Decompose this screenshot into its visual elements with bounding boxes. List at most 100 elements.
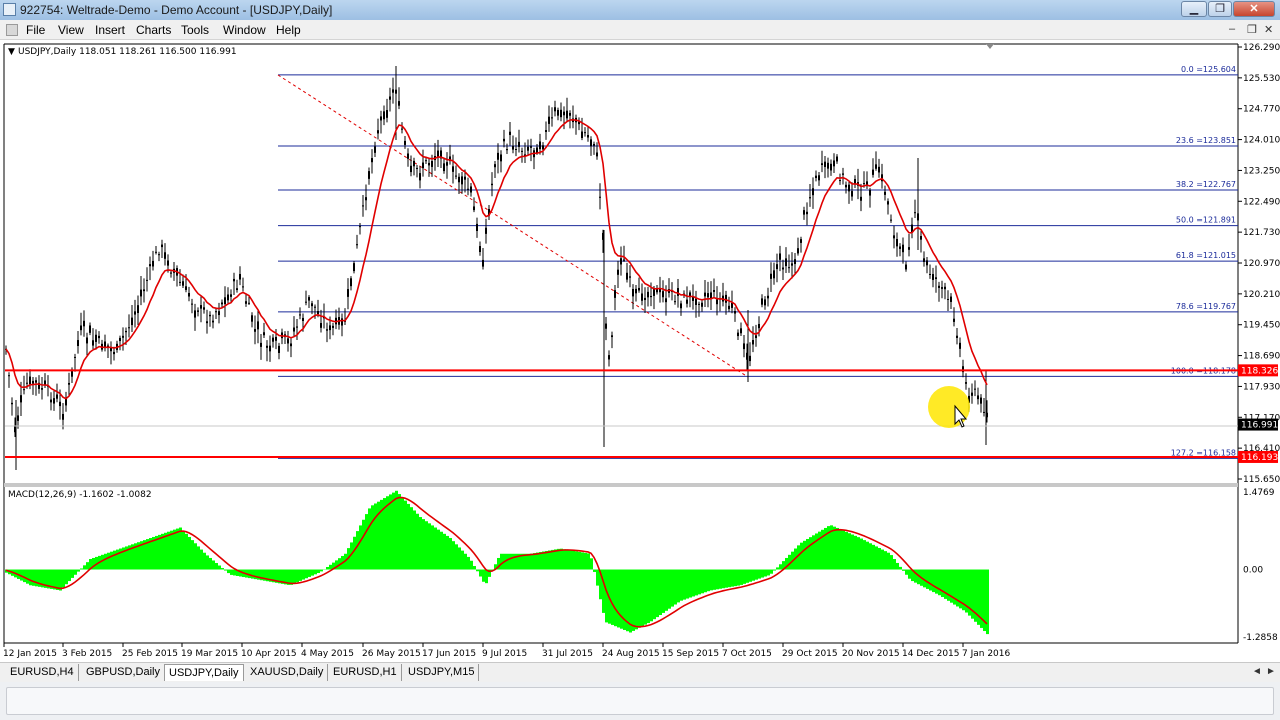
candle-body: [128, 327, 130, 329]
macd-bar: [485, 569, 488, 584]
macd-bar: [701, 569, 704, 594]
macd-bar: [407, 503, 410, 570]
candle-body: [260, 342, 262, 347]
macd-bar: [641, 569, 644, 627]
date-label: 15 Sep 2015: [662, 649, 719, 659]
candle-body: [500, 154, 502, 162]
candle-body: [311, 303, 313, 307]
date-label: 29 Oct 2015: [782, 649, 838, 659]
macd-bar: [686, 569, 689, 599]
menu-charts[interactable]: Charts: [136, 23, 171, 37]
menu-file[interactable]: File: [26, 23, 45, 37]
macd-bar: [692, 569, 695, 597]
candle-body: [209, 314, 211, 317]
candle-body: [566, 110, 568, 119]
macd-bar: [908, 569, 911, 579]
macd-bar: [590, 558, 593, 570]
candle-body: [956, 335, 958, 338]
price-label: 125.530: [1243, 74, 1280, 84]
macd-bar: [872, 544, 875, 570]
candle-body: [743, 343, 745, 350]
candle-body: [29, 376, 31, 385]
macd-bar: [35, 569, 38, 587]
candle-body: [89, 325, 91, 333]
macd-bar: [449, 538, 452, 570]
macd-bar: [254, 569, 257, 580]
menu-bar: File View Insert Charts Tools Window Hel…: [0, 20, 1280, 40]
tab-eurusd-h1[interactable]: EURUSD,H1: [329, 664, 402, 681]
candle-body: [158, 254, 160, 256]
candle-body: [41, 388, 43, 390]
menu-insert[interactable]: Insert: [95, 23, 125, 37]
candle-body: [632, 288, 634, 297]
candle-body: [935, 277, 937, 279]
menu-tools[interactable]: Tools: [181, 23, 209, 37]
candle-body: [251, 315, 253, 322]
candle-body: [125, 330, 127, 333]
menu-help[interactable]: Help: [276, 23, 301, 37]
chart-restore-button[interactable]: ❐: [1247, 23, 1257, 36]
candle-body: [149, 264, 151, 267]
candle-body: [530, 146, 532, 148]
candle-body: [650, 295, 652, 298]
tab-scroll-right-icon[interactable]: ►: [1266, 666, 1276, 677]
tab-gbpusd-daily[interactable]: GBPUSD,Daily: [82, 664, 165, 681]
macd-bar: [428, 523, 431, 570]
candle-body: [212, 320, 214, 323]
candle-body: [464, 176, 466, 180]
candle-body: [317, 311, 319, 315]
tab-usdjpy-daily[interactable]: USDJPY,Daily: [164, 664, 244, 681]
candle-body: [83, 320, 85, 327]
chart-close-button[interactable]: ✕: [1264, 23, 1273, 36]
macd-bar: [710, 569, 713, 591]
candle-body: [206, 321, 208, 324]
price-label: 118.690: [1243, 352, 1280, 362]
candle-body: [77, 340, 79, 347]
candle-body: [368, 171, 370, 179]
candle-body: [92, 340, 94, 346]
macd-bar: [401, 497, 404, 570]
tab-xauusd-daily[interactable]: XAUUSD,Daily: [246, 664, 329, 681]
tab-eurusd-h4[interactable]: EURUSD,H4: [6, 664, 79, 681]
macd-bar: [320, 569, 323, 572]
candle-body: [119, 337, 121, 342]
candle-body: [302, 317, 304, 322]
chart-area[interactable]: 0.0 =125.604 23.6 =123.851 38.2 =122.767 50…: [0, 40, 1280, 662]
price-axis[interactable]: 126.290 125.530 124.770 124.010 123.250 122.4…: [1238, 43, 1280, 485]
macd-bar: [431, 525, 434, 570]
candle-body: [536, 147, 538, 153]
macd-bar: [101, 554, 104, 570]
candle-body: [416, 167, 418, 169]
candle-body: [197, 310, 199, 312]
tab-scroll-left-icon[interactable]: ◄: [1252, 666, 1262, 677]
cursor-highlight: [928, 386, 970, 428]
macd-bar: [761, 569, 764, 578]
date-label: 12 Jan 2015: [3, 649, 57, 659]
candle-body: [356, 244, 358, 246]
macd-bar: [752, 569, 755, 581]
macd-bar: [566, 549, 569, 570]
candle-body: [11, 402, 13, 405]
macd-bar: [776, 567, 779, 570]
candle-body: [374, 146, 376, 153]
candle-body: [290, 343, 292, 347]
candle-body: [809, 197, 811, 199]
macd-bar: [578, 551, 581, 570]
chart-minimize-button[interactable]: –: [1229, 23, 1235, 35]
tab-usdjpy-m15[interactable]: USDJPY,M15: [404, 664, 480, 681]
restore-button[interactable]: ❐: [1208, 1, 1232, 17]
macd-bar: [764, 569, 767, 577]
macd-bar: [68, 569, 71, 582]
menu-view[interactable]: View: [58, 23, 84, 37]
macd-bar: [851, 534, 854, 570]
candle-body: [59, 401, 61, 407]
candle-body: [734, 310, 736, 314]
close-button[interactable]: ✕: [1233, 1, 1275, 17]
menu-window[interactable]: Window: [223, 23, 266, 37]
minimize-button[interactable]: ▁: [1181, 1, 1207, 17]
candle-body: [923, 258, 925, 262]
candle-body: [785, 258, 787, 267]
candle-body: [638, 287, 640, 291]
macd-bar: [83, 565, 86, 570]
candle-body: [971, 392, 973, 396]
